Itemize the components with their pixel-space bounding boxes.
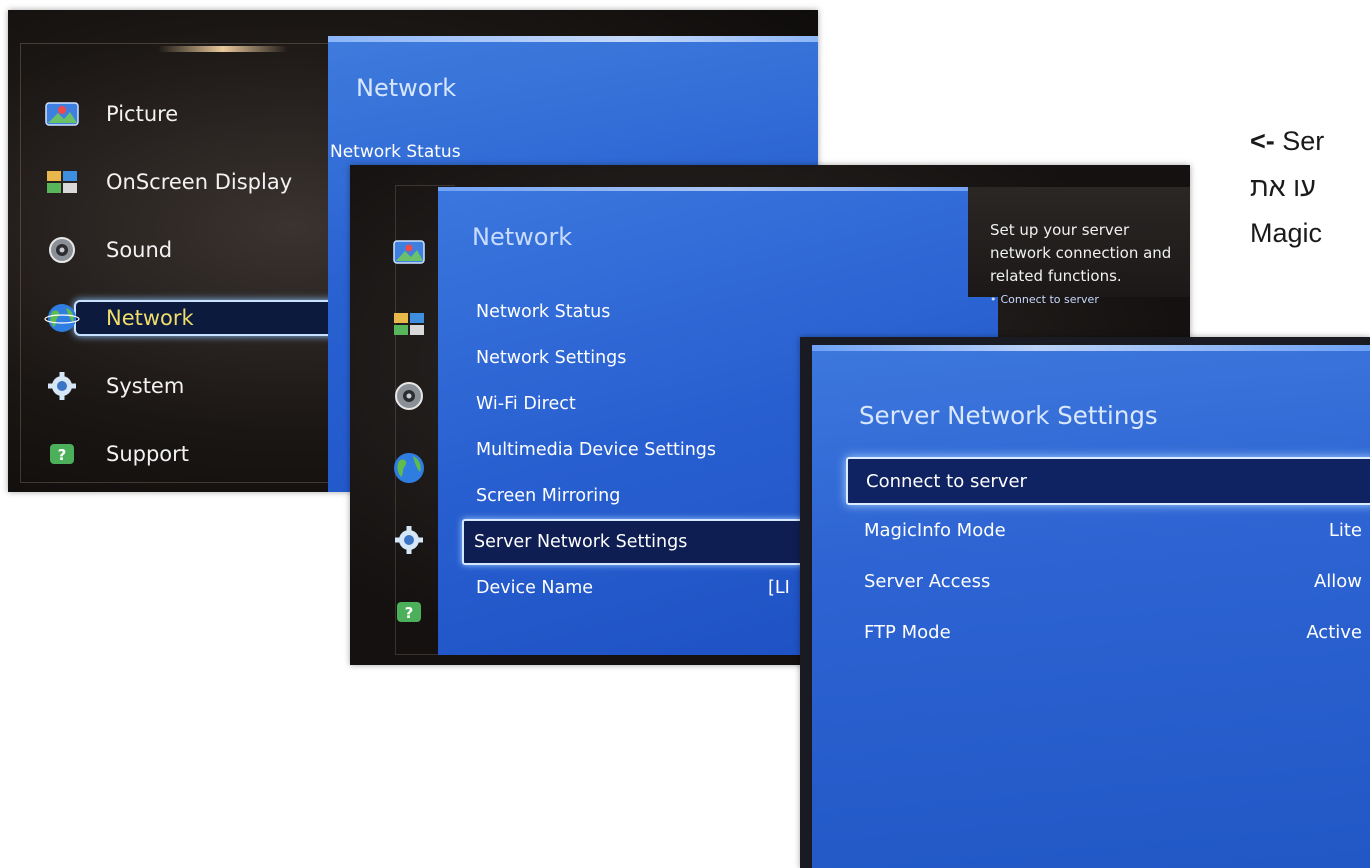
- onscreen-display-icon[interactable]: [392, 307, 426, 341]
- list-item-server-access[interactable]: Server Access Allow: [846, 556, 1370, 607]
- panel-title: Network: [472, 223, 573, 251]
- menu-item-sound[interactable]: Sound: [38, 216, 338, 284]
- sound-icon: [49, 237, 75, 263]
- help-line: Set up your server: [990, 221, 1130, 239]
- panel-title: Network: [356, 74, 457, 102]
- server-settings-list: Connect to server MagicInfo Mode Lite Se…: [846, 457, 1370, 658]
- device-name-value: [LI: [768, 578, 790, 598]
- picture-icon: [45, 102, 79, 126]
- menu-label: OnScreen Display: [106, 170, 293, 194]
- menu-label: Sound: [106, 238, 173, 262]
- support-icon: ?: [50, 444, 74, 464]
- menu-label: Support: [106, 442, 190, 466]
- collapsed-main-menu: ?: [392, 235, 442, 665]
- bullet-icon: •: [990, 293, 997, 306]
- annotation-line-1: <- Ser: [1250, 126, 1325, 156]
- sound-icon[interactable]: [392, 379, 426, 413]
- list-item-server-network-settings[interactable]: Server Network Settings: [462, 519, 812, 565]
- arrow-left-icon: <-: [1250, 126, 1275, 156]
- list-item-network-status[interactable]: Network Status: [466, 289, 1026, 335]
- menu-label: System: [106, 374, 185, 398]
- screenshot-server-network-settings: Server Network Settings Connect to serve…: [800, 337, 1370, 868]
- submenu-item-network-status[interactable]: Network Status: [330, 142, 461, 162]
- menu-item-network[interactable]: Network: [38, 284, 374, 352]
- server-access-value: Allow: [1313, 571, 1362, 592]
- server-network-settings-panel: Server Network Settings Connect to serve…: [812, 345, 1370, 868]
- list-item-ftp-mode[interactable]: FTP Mode Active: [846, 607, 1370, 658]
- menu-item-system[interactable]: System: [38, 352, 338, 420]
- annotation-line-3: Magic: [1250, 218, 1323, 248]
- list-item-connect-to-server[interactable]: Connect to server: [846, 457, 1370, 505]
- help-line: network connection and: [990, 244, 1172, 262]
- help-panel: Set up your server network connection an…: [968, 187, 1190, 306]
- instruction-annotation: <- Ser עו את Magic: [1250, 118, 1370, 278]
- system-gear-icon: [48, 372, 76, 400]
- svg-text:?: ?: [58, 446, 67, 464]
- menu-item-onscreen-display[interactable]: OnScreen Display: [38, 148, 338, 216]
- network-globe-icon[interactable]: [392, 451, 426, 485]
- support-icon[interactable]: ?: [392, 595, 426, 629]
- panel-title: Server Network Settings: [859, 401, 1158, 430]
- help-bullet: • Connect to server: [990, 293, 1099, 306]
- ftp-mode-value: Active: [1306, 622, 1362, 643]
- network-globe-icon: [44, 304, 80, 332]
- menu-item-support[interactable]: ? Support: [38, 420, 338, 488]
- menu-item-picture[interactable]: Picture: [38, 80, 338, 148]
- system-gear-icon[interactable]: [392, 523, 426, 557]
- onscreen-display-icon: [47, 171, 77, 193]
- menu-label: Network: [106, 306, 194, 330]
- magicinfo-mode-value: Lite: [1328, 520, 1362, 541]
- svg-text:?: ?: [405, 604, 414, 622]
- picture-icon[interactable]: [392, 235, 426, 269]
- list-item-magicinfo-mode[interactable]: MagicInfo Mode Lite: [846, 505, 1370, 556]
- annotation-line-2: עו את: [1250, 172, 1316, 202]
- menu-label: Picture: [106, 102, 179, 126]
- help-line: related functions.: [990, 267, 1122, 285]
- main-menu: Picture OnScreen Display Sound Network S…: [38, 80, 374, 488]
